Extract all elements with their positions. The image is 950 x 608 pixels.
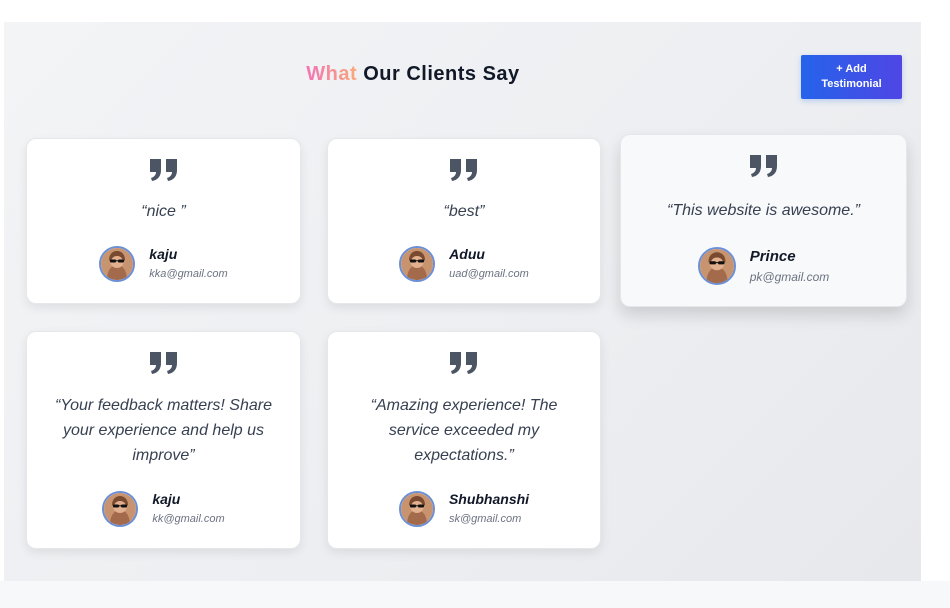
author-email: kk@gmail.com [152,513,225,525]
author-email: uad@gmail.com [449,268,529,280]
testimonial-card: “This website is awesome.” Prince pk@gma… [620,134,907,307]
avatar [697,247,736,285]
testimonial-card: “nice ” kaju kka@gmail.com [26,138,301,304]
avatar [102,490,139,527]
author-info: Shubhanshi sk@gmail.com [449,490,529,527]
section-title-rest: Our Clients Say [357,63,520,85]
page-footer-area [0,581,950,608]
testimonial-author: kaju kk@gmail.com [27,490,300,527]
author-email: kka@gmail.com [149,268,228,280]
page-edge [921,22,950,581]
author-name: kaju [152,491,181,507]
testimonial-quote: “Your feedback matters! Share your exper… [55,397,272,464]
testimonial-quote: “best” [443,203,485,220]
avatar [399,245,436,282]
author-name: Prince [749,247,796,265]
testimonial-author: Aduu uad@gmail.com [328,245,600,282]
quote-icon [328,159,600,181]
add-testimonial-button-line1: + Add [836,63,867,75]
testimonial-author: Prince pk@gmail.com [621,247,906,285]
add-testimonial-button[interactable]: + Add Testimonial [801,55,902,99]
author-name: Shubhanshi [448,491,530,507]
testimonial-quote: “nice ” [141,203,186,220]
testimonial-quote: “This website is awesome.” [667,202,860,219]
quote-icon [27,159,300,181]
section-title: What Our Clients Say [0,63,826,86]
author-info: kaju kk@gmail.com [152,490,224,527]
author-email: pk@gmail.com [749,269,830,284]
testimonial-author: Shubhanshi sk@gmail.com [328,490,600,527]
avatar [398,490,435,527]
quote-icon [27,352,300,374]
testimonial-card: “Amazing experience! The service exceede… [327,331,601,549]
testimonial-card: “Your feedback matters! Share your exper… [26,331,301,549]
quote-icon [621,155,906,177]
author-name: kaju [149,246,178,262]
section-title-accent: What [306,63,358,85]
quote-icon [328,352,600,374]
add-testimonial-button-line2: Testimonial [821,78,882,90]
author-info: kaju kka@gmail.com [149,245,227,282]
author-name: Aduu [449,246,485,262]
testimonial-card: “best” Aduu uad@gmail.com [327,138,601,304]
avatar [99,245,136,282]
author-info: Aduu uad@gmail.com [449,245,529,282]
author-email: sk@gmail.com [448,513,522,525]
testimonial-quote: “Amazing experience! The service exceede… [370,397,558,464]
testimonial-author: kaju kka@gmail.com [27,245,300,282]
author-info: Prince pk@gmail.com [750,248,830,285]
